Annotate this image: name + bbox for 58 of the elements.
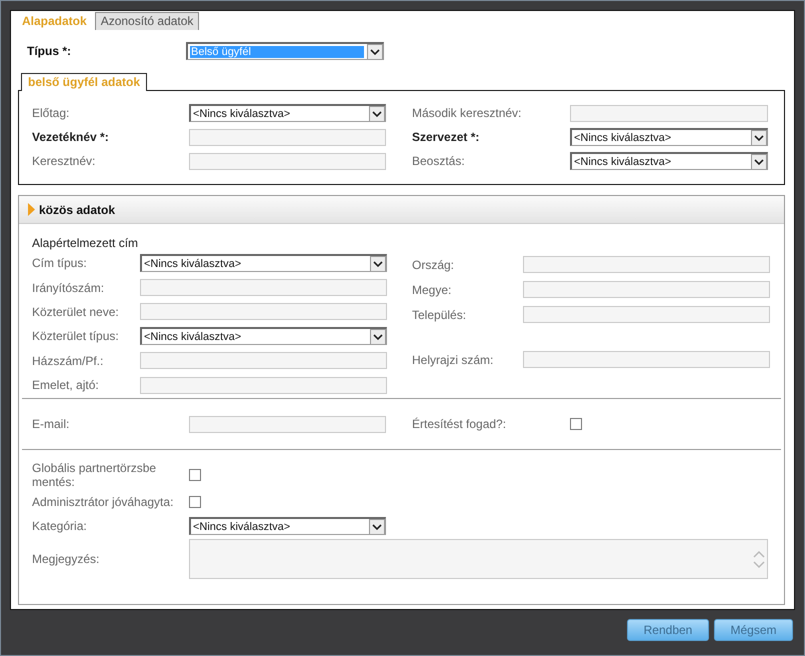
field-label: Emelet, ajtó: — [32, 378, 100, 392]
field-label: Keresztnév: — [32, 154, 96, 168]
field-label: Kategória: — [32, 519, 88, 534]
chevron-down-icon — [369, 518, 385, 535]
field-label: Értesítést fogad?: — [412, 417, 508, 432]
field-label: Irányítószám: — [32, 280, 106, 295]
field-label: Adminisztrátor jóváhagyta: — [32, 495, 174, 510]
text-field[interactable] — [570, 104, 768, 122]
field-label: Előtag: — [32, 106, 70, 120]
chevron-down-icon — [370, 328, 386, 345]
checkbox[interactable] — [189, 496, 201, 508]
field-label: E-mail: — [32, 417, 70, 432]
checkbox[interactable] — [189, 469, 201, 482]
text-field[interactable] — [523, 351, 770, 368]
text-field[interactable] — [140, 376, 387, 394]
text-field[interactable] — [523, 256, 770, 273]
checkbox[interactable] — [570, 418, 582, 430]
dropdown[interactable]: <Nincs kiválasztva> — [570, 128, 768, 146]
field-label: Ország: — [412, 258, 456, 272]
text-field[interactable] — [189, 416, 386, 433]
field-label: Közterület típus: — [32, 329, 120, 344]
text-field[interactable] — [189, 128, 386, 146]
field-label: Cím típus: — [32, 256, 88, 270]
subsection-title: Alapértelmezett cím — [32, 236, 138, 250]
dropdown[interactable]: <Nincs kiválasztva> — [570, 152, 768, 170]
section-header[interactable]: közös adatok — [19, 196, 784, 224]
chevron-down-icon — [370, 256, 386, 272]
field-label: Második keresztnév: — [412, 106, 522, 120]
field-label: Szervezet *: — [412, 130, 480, 144]
tab[interactable]: Azonosító adatok — [94, 12, 200, 30]
text-field[interactable] — [523, 306, 770, 323]
field-label: Globális partnertörzsbe mentés: — [32, 461, 158, 490]
field-label: Házszám/Pf.: — [32, 354, 104, 368]
text-field[interactable] — [189, 152, 386, 170]
dropdown[interactable]: <Nincs kiválasztva> — [140, 254, 387, 272]
field-label: Megye: — [412, 282, 452, 296]
scroll-up-icon[interactable] — [753, 550, 765, 558]
chevron-down-icon — [751, 154, 767, 170]
dropdown[interactable]: <Nincs kiválasztva> — [189, 104, 386, 122]
field-label: Beosztás: — [412, 154, 466, 168]
dropdown[interactable]: <Nincs kiválasztva> — [140, 327, 387, 346]
field-label: Megjegyzés: — [32, 552, 100, 566]
text-field[interactable] — [140, 279, 387, 296]
chevron-down-icon — [369, 106, 385, 122]
chevron-down-icon — [367, 44, 383, 60]
field-label: Település: — [412, 308, 468, 322]
field-label: Közterület neve: — [32, 304, 120, 319]
text-field[interactable] — [140, 352, 387, 370]
field-label: Helyrajzi szám: — [412, 352, 494, 366]
text-area[interactable] — [189, 539, 768, 580]
dropdown[interactable]: <Nincs kiválasztva> — [189, 517, 386, 536]
field-label: Típus *: — [27, 44, 72, 58]
field-label: Vezetéknév *: — [32, 130, 110, 144]
expand-arrow-icon — [28, 203, 35, 216]
chevron-down-icon — [751, 130, 767, 146]
text-field[interactable] — [140, 303, 387, 320]
scroll-down-icon[interactable] — [753, 560, 765, 569]
text-field[interactable] — [523, 281, 770, 298]
